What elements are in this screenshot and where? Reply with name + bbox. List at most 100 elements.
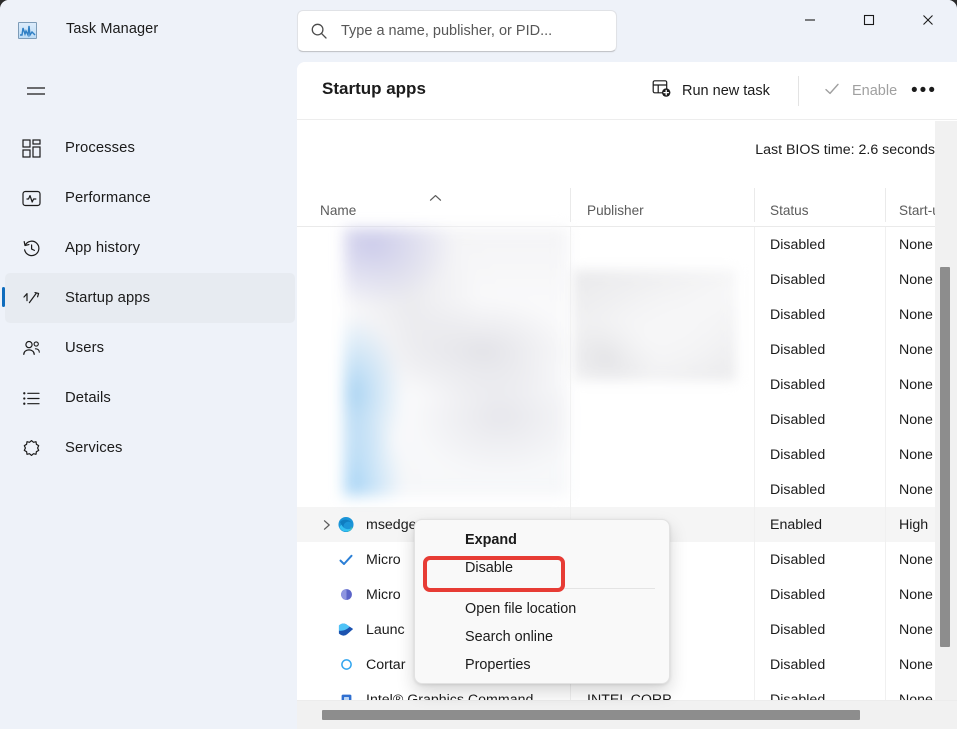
vertical-scrollbar-thumb[interactable] xyxy=(940,267,950,647)
cell-status: Disabled xyxy=(754,472,885,507)
enable-label: Enable xyxy=(852,83,898,99)
cell-status: Disabled xyxy=(754,542,885,577)
task-manager-window: Task Manager Type a name, publisher, or … xyxy=(0,0,957,729)
task-manager-icon xyxy=(18,22,37,39)
cell-status: Disabled xyxy=(754,367,885,402)
search-icon xyxy=(310,22,328,40)
sidebar-item-label: Startup apps xyxy=(65,290,151,306)
sidebar-item-details[interactable]: Details xyxy=(5,373,295,423)
ellipsis-icon: ••• xyxy=(911,80,937,101)
command-bar: Startup apps Run new task Enable ••• xyxy=(297,62,957,120)
cell-status: Disabled xyxy=(754,647,885,682)
details-icon xyxy=(19,386,43,410)
users-icon xyxy=(19,336,43,360)
sidebar-item-services[interactable]: Services xyxy=(5,423,295,473)
context-menu-item-search-online[interactable]: Search online xyxy=(420,623,664,651)
services-icon xyxy=(19,436,43,460)
minimize-button[interactable] xyxy=(786,0,833,40)
horizontal-scrollbar[interactable] xyxy=(297,700,957,729)
cell-name xyxy=(304,472,570,507)
cell-status: Disabled xyxy=(754,612,885,647)
sidebar-item-settings[interactable]: Settings xyxy=(5,720,295,729)
sidebar-item-processes[interactable]: Processes xyxy=(5,123,295,173)
horizontal-scrollbar-thumb[interactable] xyxy=(322,710,860,720)
page-title: Startup apps xyxy=(322,79,426,98)
cortana-icon xyxy=(338,657,354,673)
table-row[interactable]: Disabled None xyxy=(297,367,957,402)
cell-name xyxy=(304,332,570,367)
search-box[interactable] xyxy=(297,10,617,52)
cell-publisher xyxy=(570,297,754,332)
run-new-task-button[interactable]: Run new task xyxy=(642,73,780,109)
last-bios-time: Last BIOS time: 2.6 seconds xyxy=(755,142,935,158)
sidebar-item-label: Performance xyxy=(65,190,151,206)
more-options-button[interactable]: ••• xyxy=(905,73,943,109)
cell-status: Disabled xyxy=(754,402,885,437)
cell-publisher xyxy=(570,437,754,472)
office-icon xyxy=(338,587,354,603)
context-menu-item-expand[interactable]: Expand xyxy=(420,526,664,554)
enable-button[interactable]: Enable xyxy=(813,73,907,109)
column-header-publisher[interactable]: Publisher xyxy=(570,183,754,227)
header-divider xyxy=(570,188,571,222)
cell-publisher xyxy=(570,472,754,507)
vertical-scrollbar[interactable] xyxy=(935,121,957,700)
performance-icon xyxy=(19,186,43,210)
header-divider xyxy=(885,188,886,222)
sidebar-item-label: Users xyxy=(65,340,105,356)
processes-icon xyxy=(19,136,43,160)
checkmark-icon xyxy=(823,80,841,103)
run-new-task-label: Run new task xyxy=(682,83,770,99)
column-header-status[interactable]: Status xyxy=(754,183,885,227)
column-header-name[interactable]: Name xyxy=(304,183,570,227)
cell-name xyxy=(304,402,570,437)
sidebar-item-label: Details xyxy=(65,390,111,406)
search-input[interactable] xyxy=(341,23,606,39)
cell-name xyxy=(304,297,570,332)
close-button[interactable] xyxy=(904,0,951,40)
cell-status: Disabled xyxy=(754,577,885,612)
context-menu: Expand Disable Open file location Search… xyxy=(414,519,670,684)
launcher-icon xyxy=(338,622,354,638)
sidebar-item-label: Services xyxy=(65,440,123,456)
sidebar-item-label: App history xyxy=(65,240,141,256)
context-menu-item-disable[interactable]: Disable xyxy=(420,554,664,582)
table-row[interactable]: Disabled None xyxy=(297,227,957,262)
sort-ascending-caret-icon xyxy=(429,190,442,205)
app-history-icon xyxy=(19,236,43,260)
sidebar-item-startup-apps[interactable]: Startup apps xyxy=(2,273,295,323)
table-row[interactable]: Disabled None xyxy=(297,437,957,472)
cell-publisher xyxy=(570,262,754,297)
table-row[interactable]: Disabled None xyxy=(297,332,957,367)
sidebar-item-label: Processes xyxy=(65,140,135,156)
table-row[interactable]: Disabled None xyxy=(297,297,957,332)
sidebar-item-users[interactable]: Users xyxy=(5,323,295,373)
cell-publisher xyxy=(570,402,754,437)
edge-icon xyxy=(338,516,354,533)
sidebar-nav: Processes Performance App history Startu… xyxy=(2,123,295,473)
sidebar-item-app-history[interactable]: App history xyxy=(5,223,295,273)
window-title: Task Manager xyxy=(66,21,159,37)
cell-status: Disabled xyxy=(754,262,885,297)
cell-publisher xyxy=(570,367,754,402)
command-bar-divider xyxy=(798,76,799,106)
table-row[interactable]: Disabled None xyxy=(297,472,957,507)
hamburger-menu-icon[interactable] xyxy=(14,72,58,112)
table-row[interactable]: Disabled None xyxy=(297,402,957,437)
cell-publisher xyxy=(570,332,754,367)
startup-apps-icon xyxy=(19,286,43,310)
expand-chevron-icon[interactable] xyxy=(320,519,334,531)
cell-name xyxy=(304,437,570,472)
context-menu-item-properties[interactable]: Properties xyxy=(420,651,664,679)
cell-name xyxy=(304,367,570,402)
maximize-button[interactable] xyxy=(845,0,892,40)
context-menu-item-open-file-location[interactable]: Open file location xyxy=(420,595,664,623)
cell-status: Enabled xyxy=(754,507,885,542)
cell-name xyxy=(304,227,570,262)
context-menu-separator xyxy=(429,588,655,589)
cell-status: Disabled xyxy=(754,297,885,332)
sidebar-item-performance[interactable]: Performance xyxy=(5,173,295,223)
header-divider xyxy=(754,188,755,222)
new-task-icon xyxy=(652,79,671,103)
table-row[interactable]: Disabled None xyxy=(297,262,957,297)
